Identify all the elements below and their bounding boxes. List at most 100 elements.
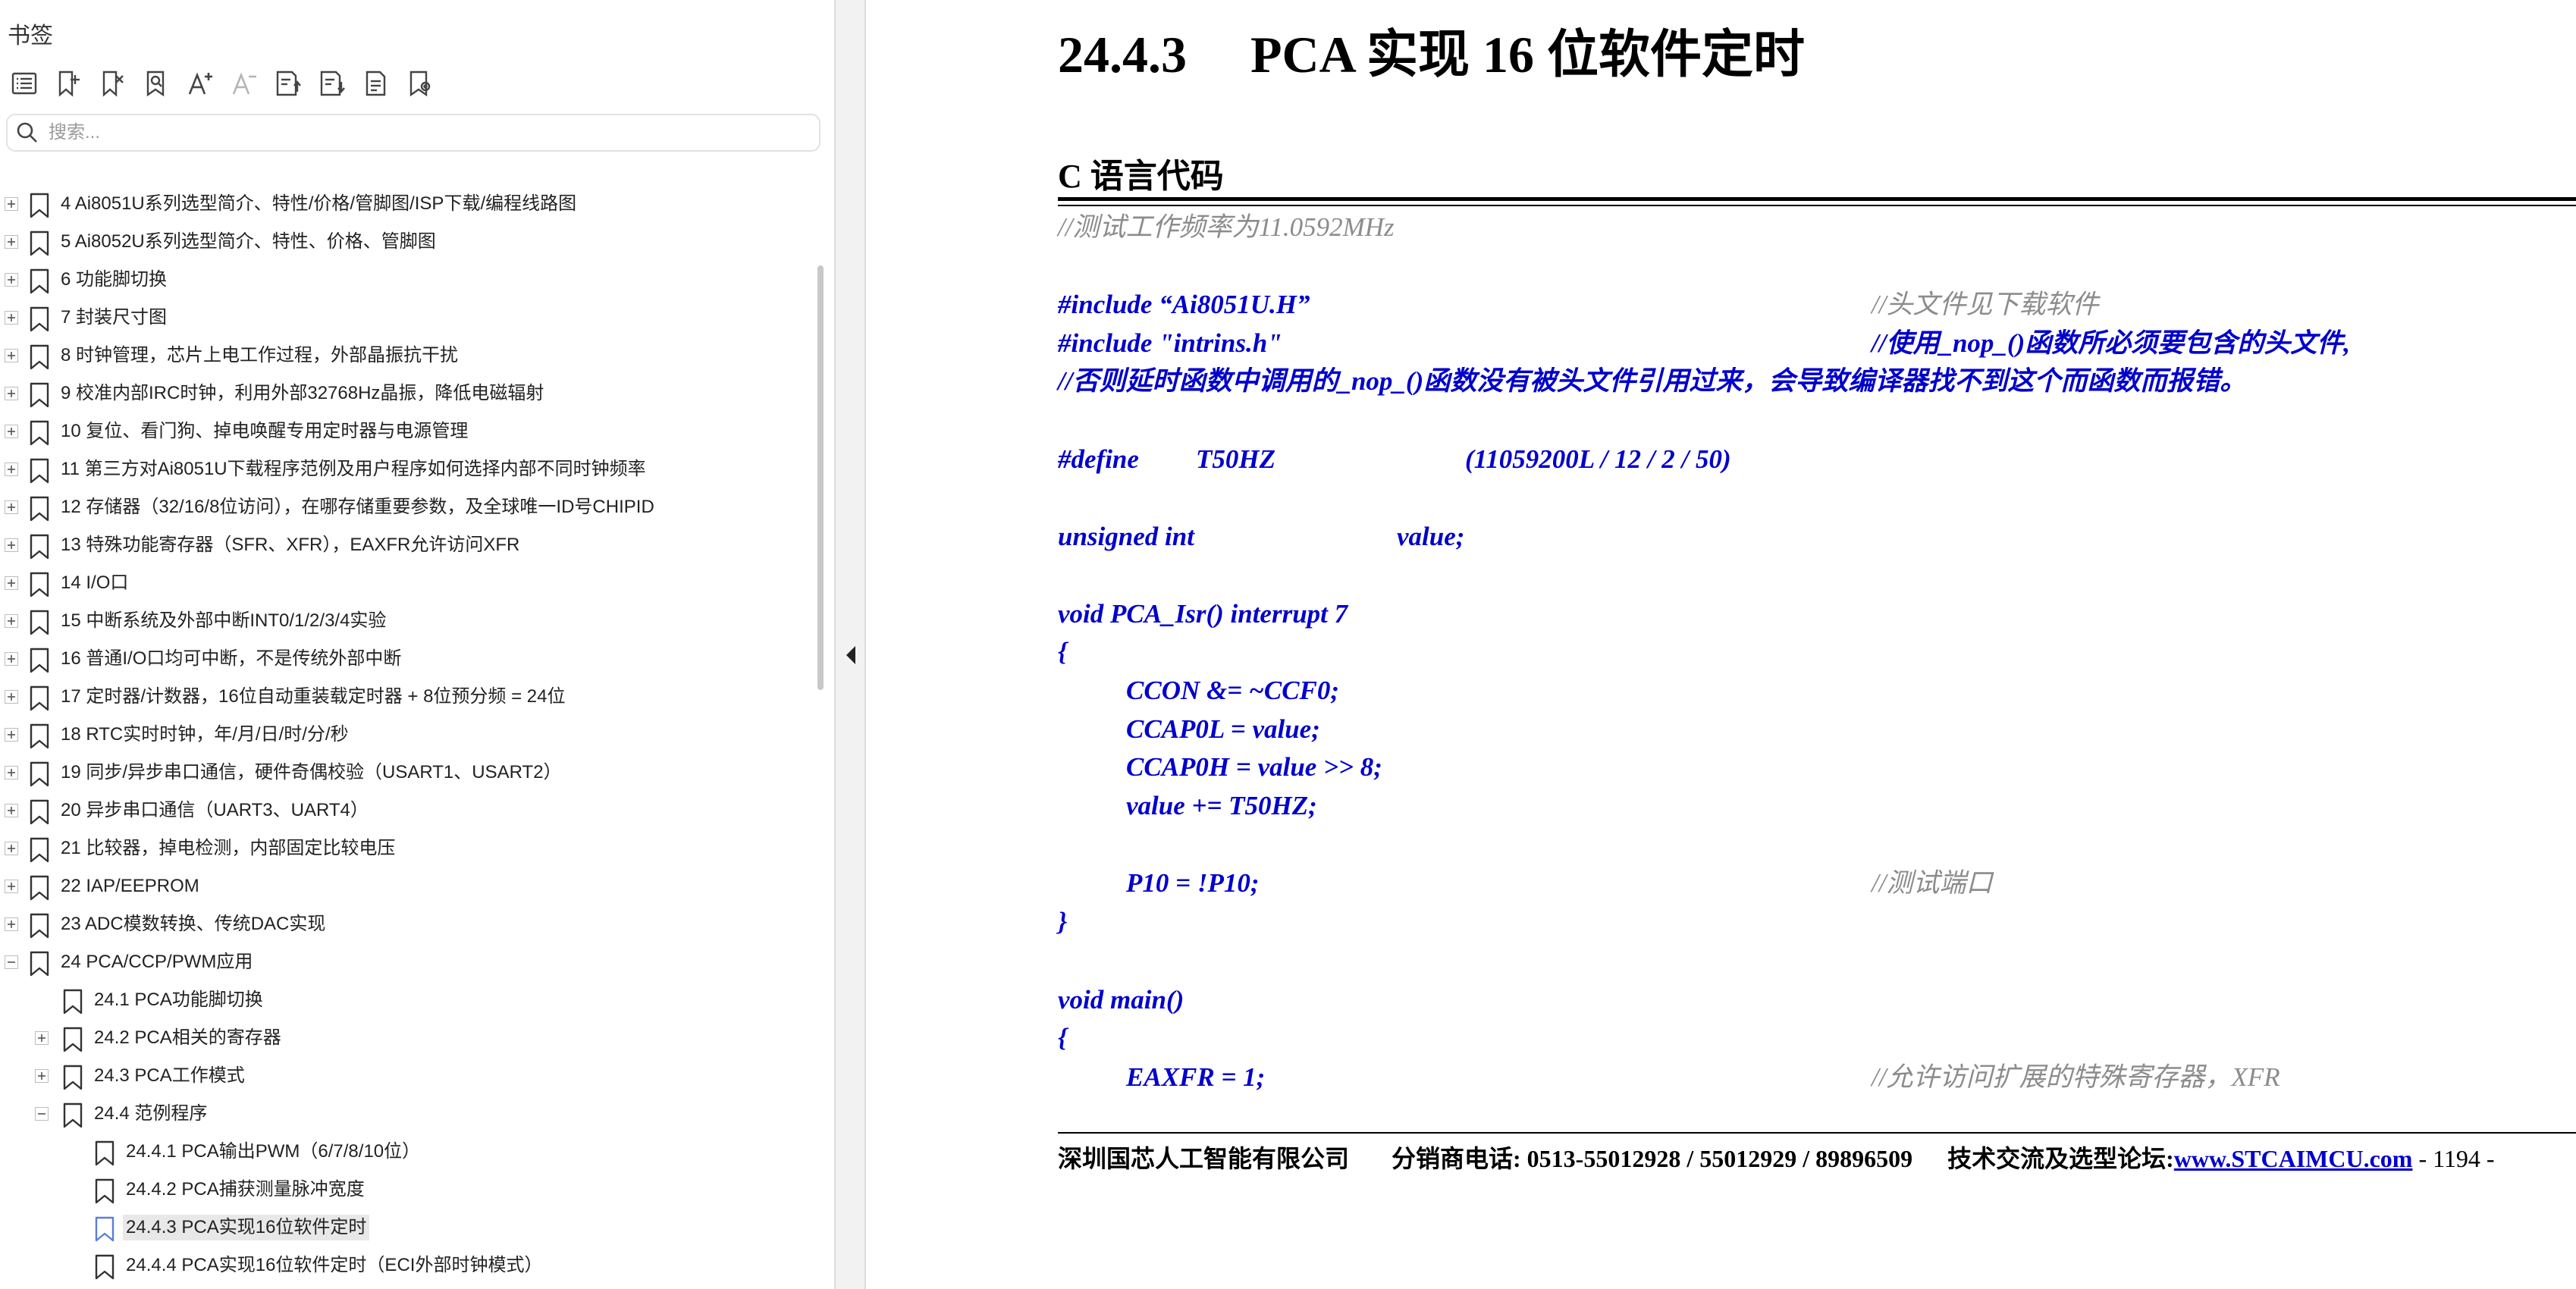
expand-icon[interactable] bbox=[5, 197, 18, 211]
expand-icon[interactable] bbox=[5, 349, 18, 362]
bookmark-item[interactable]: 16 普通I/O口均可中断，不是传统外部中断 bbox=[0, 641, 811, 679]
expand-icon[interactable] bbox=[5, 463, 18, 476]
bookmark-item[interactable]: 14 I/O口 bbox=[0, 566, 811, 604]
bookmark-item[interactable]: 18 RTC实时时钟，年/月/日/时/分/秒 bbox=[0, 717, 811, 755]
expand-icon[interactable] bbox=[5, 842, 18, 855]
expand-icon[interactable] bbox=[5, 500, 18, 514]
bookmark-icon bbox=[29, 344, 50, 370]
bookmark-icon bbox=[29, 875, 50, 901]
bookmark-item[interactable]: 5 Ai8052U系列选型简介、特性、价格、管脚图 bbox=[0, 224, 811, 262]
expand-icon[interactable] bbox=[5, 766, 18, 779]
collapse-all-icon[interactable] bbox=[315, 67, 349, 100]
sidebar-scrollbar-thumb[interactable] bbox=[817, 265, 824, 690]
bookmark-label: 24 PCA/CCP/PWM应用 bbox=[61, 952, 253, 972]
bookmark-icon bbox=[62, 989, 83, 1015]
expand-icon[interactable] bbox=[35, 1031, 49, 1045]
collapse-icon[interactable] bbox=[5, 955, 18, 969]
footer-forum-link[interactable]: www.STCAIMCU.com bbox=[2174, 1145, 2413, 1172]
bookmark-item[interactable]: 6 功能脚切换 bbox=[0, 262, 811, 300]
bookmark-icon bbox=[94, 1140, 115, 1166]
code-comment: //使用_nop_()函数所必须要包含的头文件, bbox=[1872, 328, 2350, 358]
delete-bookmark-icon[interactable] bbox=[96, 67, 129, 100]
expand-icon[interactable] bbox=[5, 804, 18, 817]
heading-number: 24.4.3 bbox=[1058, 26, 1187, 83]
bookmark-icon bbox=[29, 534, 50, 560]
bookmark-item[interactable]: 24 PCA/CCP/PWM应用 bbox=[0, 945, 811, 983]
expand-icon[interactable] bbox=[5, 652, 18, 666]
expand-icon[interactable] bbox=[5, 235, 18, 249]
expand-icon[interactable] bbox=[5, 614, 18, 628]
bookmark-icon bbox=[94, 1178, 115, 1204]
bookmark-icon bbox=[29, 496, 50, 522]
code-line: #include "intrins.h" bbox=[1058, 328, 1282, 358]
expand-icon[interactable] bbox=[5, 387, 18, 400]
settings-bookmark-icon[interactable] bbox=[403, 67, 437, 100]
sidebar-scrollbar[interactable] bbox=[806, 187, 818, 1289]
bookmark-item[interactable]: 17 定时器/计数器，16位自动重装载定时器 + 8位预分频 = 24位 bbox=[0, 679, 811, 717]
expand-icon[interactable] bbox=[35, 1069, 49, 1083]
code-line: CCON &= ~CCF0; bbox=[1126, 676, 1340, 705]
expand-all-icon[interactable] bbox=[271, 67, 305, 100]
increase-font-icon[interactable] bbox=[184, 67, 217, 100]
bookmark-item[interactable]: 23 ADC模数转换、传统DAC实现 bbox=[0, 907, 811, 945]
bookmark-item[interactable]: 24.4.4 PCA实现16位软件定时（ECI外部时钟模式） bbox=[0, 1248, 811, 1286]
code-line: value; bbox=[1397, 522, 1465, 551]
bookmark-item[interactable]: 24.1 PCA功能脚切换 bbox=[0, 983, 811, 1021]
bookmark-item[interactable]: 19 同步/异步串口通信，硬件奇偶校验（USART1、USART2） bbox=[0, 755, 811, 793]
outline-list-icon[interactable] bbox=[8, 67, 41, 100]
expand-icon[interactable] bbox=[5, 311, 18, 325]
bookmark-item[interactable]: 12 存储器（32/16/8位访问），在哪存储重要参数，及全球唯一ID号CHIP… bbox=[0, 490, 811, 528]
bookmark-label: 9 校准内部IRC时钟，利用外部32768Hz晶振，降低电磁辐射 bbox=[61, 383, 544, 403]
code-line: T50HZ bbox=[1196, 444, 1275, 474]
bookmark-label: 24.2 PCA相关的寄存器 bbox=[94, 1027, 281, 1048]
bookmark-item[interactable]: 20 异步串口通信（UART3、UART4） bbox=[0, 793, 811, 831]
bookmark-item[interactable]: 24.4 范例程序 bbox=[0, 1096, 811, 1134]
bookmark-item[interactable]: 24.4.1 PCA输出PWM（6/7/8/10位） bbox=[0, 1134, 811, 1172]
expand-icon[interactable] bbox=[5, 425, 18, 438]
bookmark-item[interactable]: 10 复位、看门狗、掉电唤醒专用定时器与电源管理 bbox=[0, 414, 811, 452]
bookmark-item[interactable]: 15 中断系统及外部中断INT0/1/2/3/4实验 bbox=[0, 604, 811, 641]
bookmark-label: 12 存储器（32/16/8位访问），在哪存储重要参数，及全球唯一ID号CHIP… bbox=[61, 497, 654, 517]
bookmark-icon bbox=[94, 1216, 115, 1242]
bookmark-item[interactable]: 13 特殊功能寄存器（SFR、XFR），EAXFR允许访问XFR bbox=[0, 528, 811, 566]
bookmark-item[interactable]: 4 Ai8051U系列选型简介、特性/价格/管脚图/ISP下载/编程线路图 bbox=[0, 187, 811, 224]
bookmark-item[interactable]: 22 IAP/EEPROM bbox=[0, 869, 811, 907]
expand-icon[interactable] bbox=[5, 538, 18, 552]
bookmark-label: 24.1 PCA功能脚切换 bbox=[94, 989, 263, 1010]
bookmark-item[interactable]: 7 封装尺寸图 bbox=[0, 300, 811, 338]
expand-icon[interactable] bbox=[5, 728, 18, 742]
bookmark-item[interactable]: 8 时钟管理，芯片上电工作过程，外部晶振抗干扰 bbox=[0, 338, 811, 376]
decrease-font-icon[interactable] bbox=[227, 67, 261, 100]
bookmark-label: 20 异步串口通信（UART3、UART4） bbox=[61, 800, 369, 820]
panel-splitter[interactable] bbox=[834, 0, 866, 1289]
find-bookmark-icon[interactable] bbox=[140, 67, 173, 100]
expand-icon[interactable] bbox=[5, 273, 18, 287]
collapse-icon[interactable] bbox=[35, 1107, 49, 1121]
expand-icon[interactable] bbox=[5, 576, 18, 590]
bookmark-label: 4 Ai8051U系列选型简介、特性/价格/管脚图/ISP下载/编程线路图 bbox=[61, 193, 577, 214]
expand-icon[interactable] bbox=[5, 880, 18, 893]
add-bookmark-icon[interactable] bbox=[52, 67, 85, 100]
bookmark-item[interactable]: 24.4.2 PCA捕获测量脉冲宽度 bbox=[0, 1172, 811, 1210]
expand-icon[interactable] bbox=[5, 917, 18, 931]
bookmark-item[interactable]: 24.3 PCA工作模式 bbox=[0, 1058, 811, 1096]
export-icon[interactable] bbox=[359, 67, 393, 100]
collapse-panel-icon[interactable] bbox=[845, 644, 857, 666]
section-title: C 语言代码 bbox=[1058, 158, 1224, 195]
bookmark-icon bbox=[62, 1027, 83, 1052]
bookmark-label: 7 封装尺寸图 bbox=[61, 307, 168, 328]
bookmark-icon bbox=[29, 382, 50, 408]
bookmark-item[interactable]: 9 校准内部IRC时钟，利用外部32768Hz晶振，降低电磁辐射 bbox=[0, 376, 811, 414]
bookmark-item[interactable]: 11 第三方对Ai8051U下载程序范例及用户程序如何选择内部不同时钟频率 bbox=[0, 452, 811, 490]
search-input[interactable] bbox=[47, 121, 778, 144]
search-field[interactable] bbox=[6, 114, 820, 152]
code-line: { bbox=[1058, 1023, 1068, 1052]
bookmarks-panel: 书签 搜索... 4 Ai8051U系列选型简介、特性/价格/管脚图/ISP下载… bbox=[0, 0, 834, 1289]
code-line: #define bbox=[1058, 444, 1139, 474]
bookmark-item[interactable]: 24.4.3 PCA实现16位软件定时 bbox=[0, 1210, 811, 1248]
bookmark-item[interactable]: 21 比较器，掉电检测，内部固定比较电压 bbox=[0, 831, 811, 869]
bookmark-item[interactable]: 24.2 PCA相关的寄存器 bbox=[0, 1021, 811, 1058]
expand-icon[interactable] bbox=[5, 690, 18, 704]
bookmark-label: 21 比较器，掉电检测，内部固定比较电压 bbox=[61, 838, 396, 858]
code-comment: //头文件见下载软件 bbox=[1872, 290, 2099, 319]
